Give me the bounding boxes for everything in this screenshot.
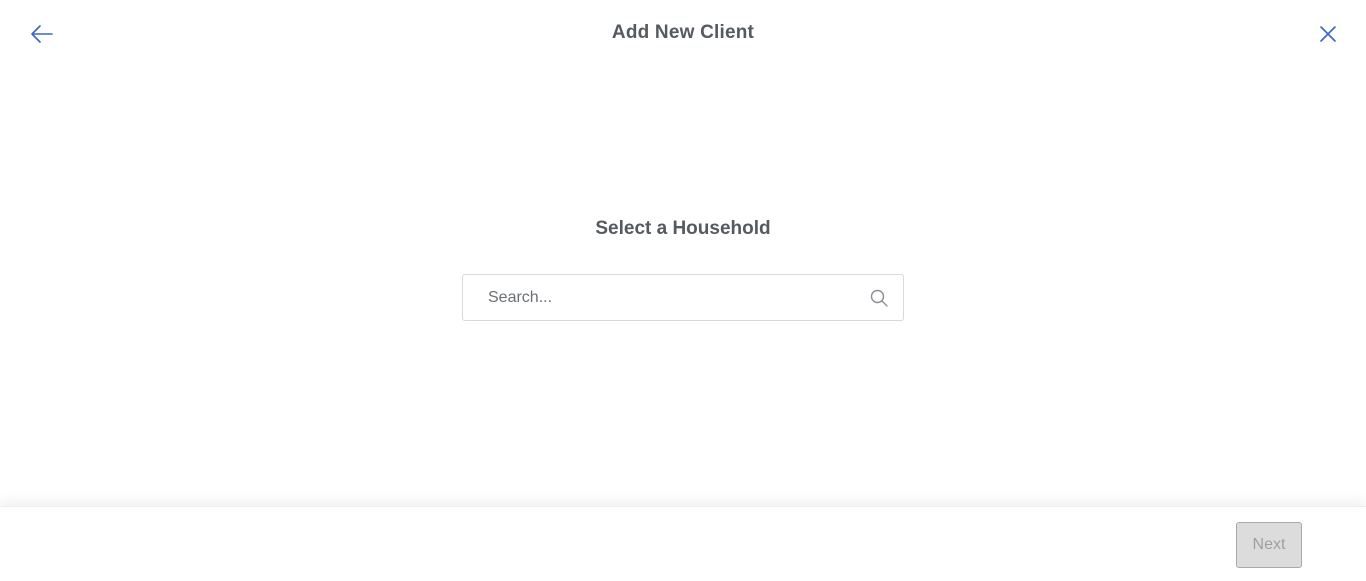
section-title: Select a Household (595, 218, 771, 239)
household-search-input[interactable] (463, 275, 863, 320)
page-title: Add New Client (611, 22, 755, 43)
household-search-box (462, 274, 904, 321)
search-icon[interactable] (869, 288, 889, 308)
add-client-dialog: Add New Client Select a Household Next (0, 0, 1366, 581)
close-icon (1320, 26, 1336, 42)
close-button[interactable] (1311, 17, 1345, 51)
next-button[interactable]: Next (1236, 522, 1302, 568)
dialog-footer: Next (0, 506, 1366, 581)
dialog-header: Add New Client (0, 0, 1366, 70)
